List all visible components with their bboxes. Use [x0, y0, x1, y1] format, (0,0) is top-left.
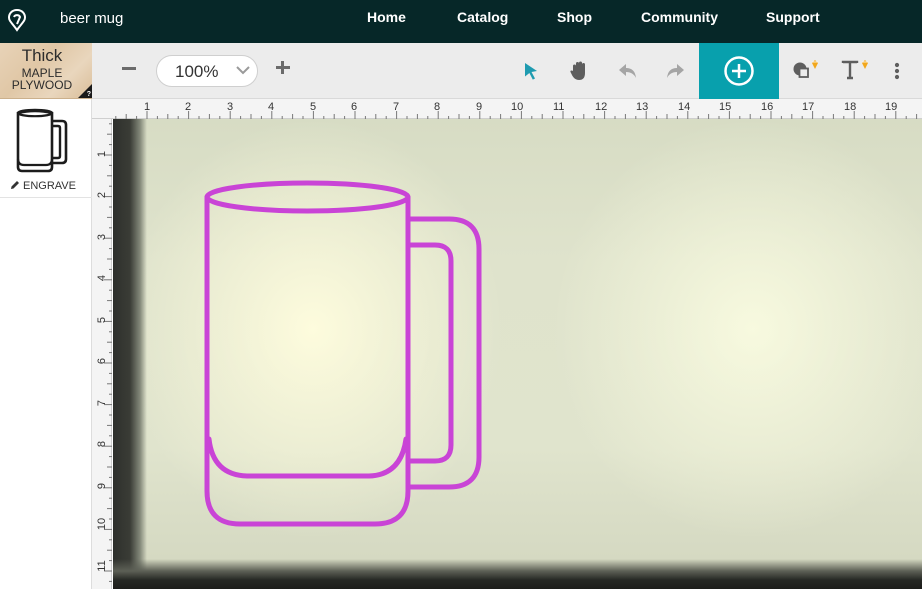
ruler-top-ticks [115, 111, 918, 119]
ruler-top-label: 14 [678, 101, 691, 113]
redo-icon[interactable] [664, 62, 686, 80]
ruler-top-label: 13 [636, 101, 649, 113]
zoom-out-button[interactable] [122, 67, 136, 70]
nav-catalog-link[interactable]: Catalog [457, 9, 508, 25]
ruler-top-label: 9 [476, 101, 483, 113]
design-list-panel: ENGRAVE [0, 99, 92, 589]
ruler-top-label: 5 [310, 101, 317, 113]
ruler-top-label: 18 [844, 101, 857, 113]
text-icon[interactable] [840, 58, 872, 82]
ruler-top-label: 6 [351, 101, 358, 113]
bed-canvas[interactable] [113, 119, 922, 589]
material-name-line2: PLYWOOD [11, 78, 73, 92]
ruler-top-label: 16 [761, 101, 774, 113]
design-item[interactable]: ENGRAVE [0, 99, 92, 198]
nav-shop-link[interactable]: Shop [557, 9, 592, 25]
ruler-left-label: 4 [96, 274, 108, 282]
toolbar: 100% [92, 43, 922, 99]
ruler-left-label: 10 [96, 517, 108, 531]
ruler-left-label: 2 [96, 191, 108, 199]
ruler-top-label: 10 [511, 101, 524, 113]
nav-community-link[interactable]: Community [641, 9, 718, 25]
ruler-top-label: 8 [434, 101, 441, 113]
add-artwork-button[interactable] [699, 43, 779, 99]
add-circle-icon [724, 56, 754, 86]
ruler-top-label: 12 [595, 101, 608, 113]
ruler-left-label: 6 [96, 357, 108, 365]
shapes-icon[interactable] [792, 58, 824, 82]
ruler-top-label: 4 [268, 101, 275, 113]
zoom-in-button[interactable] [276, 60, 292, 76]
pointer-icon[interactable] [522, 61, 540, 81]
ruler-left: 1 2 3 4 5 6 7 8 9 10 11 [92, 119, 112, 589]
pencil-icon [11, 181, 19, 189]
ruler-left-label: 8 [96, 440, 108, 448]
glowforge-logo-icon[interactable] [7, 8, 27, 32]
ruler-left-label: 11 [96, 560, 108, 572]
beer-mug-artwork[interactable] [113, 119, 922, 589]
design-operation-label: ENGRAVE [23, 180, 76, 192]
document-title[interactable]: beer mug [60, 10, 123, 27]
zoom-value: 100% [175, 62, 219, 81]
ruler-top-label: 15 [719, 101, 732, 113]
ruler-left-label: 3 [96, 233, 108, 241]
ruler-top-label: 19 [885, 101, 898, 113]
zoom-select[interactable]: 100% [156, 55, 258, 87]
ruler-left-label: 9 [96, 482, 108, 490]
nav-home-link[interactable]: Home [367, 9, 406, 25]
ruler-top-label: 17 [802, 101, 815, 113]
ruler-top-label: 7 [393, 101, 400, 113]
ruler-top-label: 3 [227, 101, 234, 113]
ruler-left-label: 1 [96, 150, 108, 158]
ruler-top: 1 2 3 4 5 6 7 8 9 10 11 12 13 14 15 16 1… [92, 99, 922, 119]
nav-support-link[interactable]: Support [766, 9, 820, 25]
chevron-down-icon [236, 66, 250, 75]
beer-mug-thumbnail [16, 108, 68, 173]
undo-icon[interactable] [617, 62, 639, 80]
material-thickness: Thick [21, 46, 63, 65]
ruler-left-label: 5 [96, 316, 108, 324]
top-navigation-bar: beer mug Home Catalog Shop Community Sup… [0, 0, 922, 43]
ruler-top-label: 1 [144, 101, 151, 113]
design-operation[interactable]: ENGRAVE [10, 180, 76, 192]
hand-icon[interactable] [569, 60, 589, 82]
ruler-top-label: 11 [553, 101, 565, 113]
material-selector[interactable]: Thick MAPLE PLYWOOD ? [0, 43, 92, 99]
more-vertical-icon[interactable] [892, 60, 902, 82]
help-icon[interactable]: ? [87, 91, 91, 98]
ruler-top-label: 2 [185, 101, 192, 113]
ruler-left-label: 7 [96, 399, 108, 407]
